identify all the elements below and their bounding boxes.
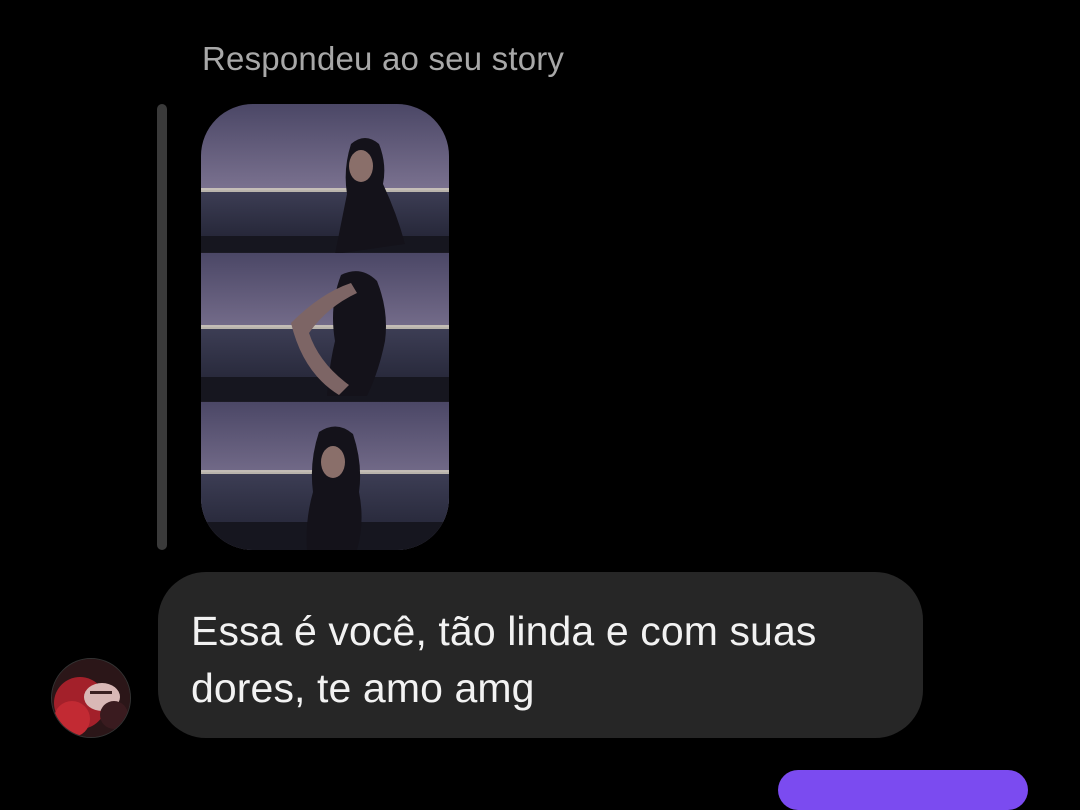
incoming-message-text: Essa é você, tão linda e com suas dores,… (191, 608, 817, 711)
reply-quote-bar (157, 104, 167, 550)
avatar-photo-icon (52, 659, 130, 737)
story-reply-caption: Respondeu ao seu story (202, 40, 565, 77)
story-frame-2 (201, 253, 449, 401)
story-preview[interactable] (201, 104, 449, 550)
story-frame-1 (201, 104, 449, 254)
story-preview-image (201, 104, 449, 550)
sender-avatar[interactable] (51, 658, 131, 738)
incoming-message-bubble[interactable]: Essa é você, tão linda e com suas dores,… (158, 572, 923, 738)
outgoing-message-bubble[interactable] (778, 770, 1028, 810)
story-frame-3 (201, 402, 449, 550)
